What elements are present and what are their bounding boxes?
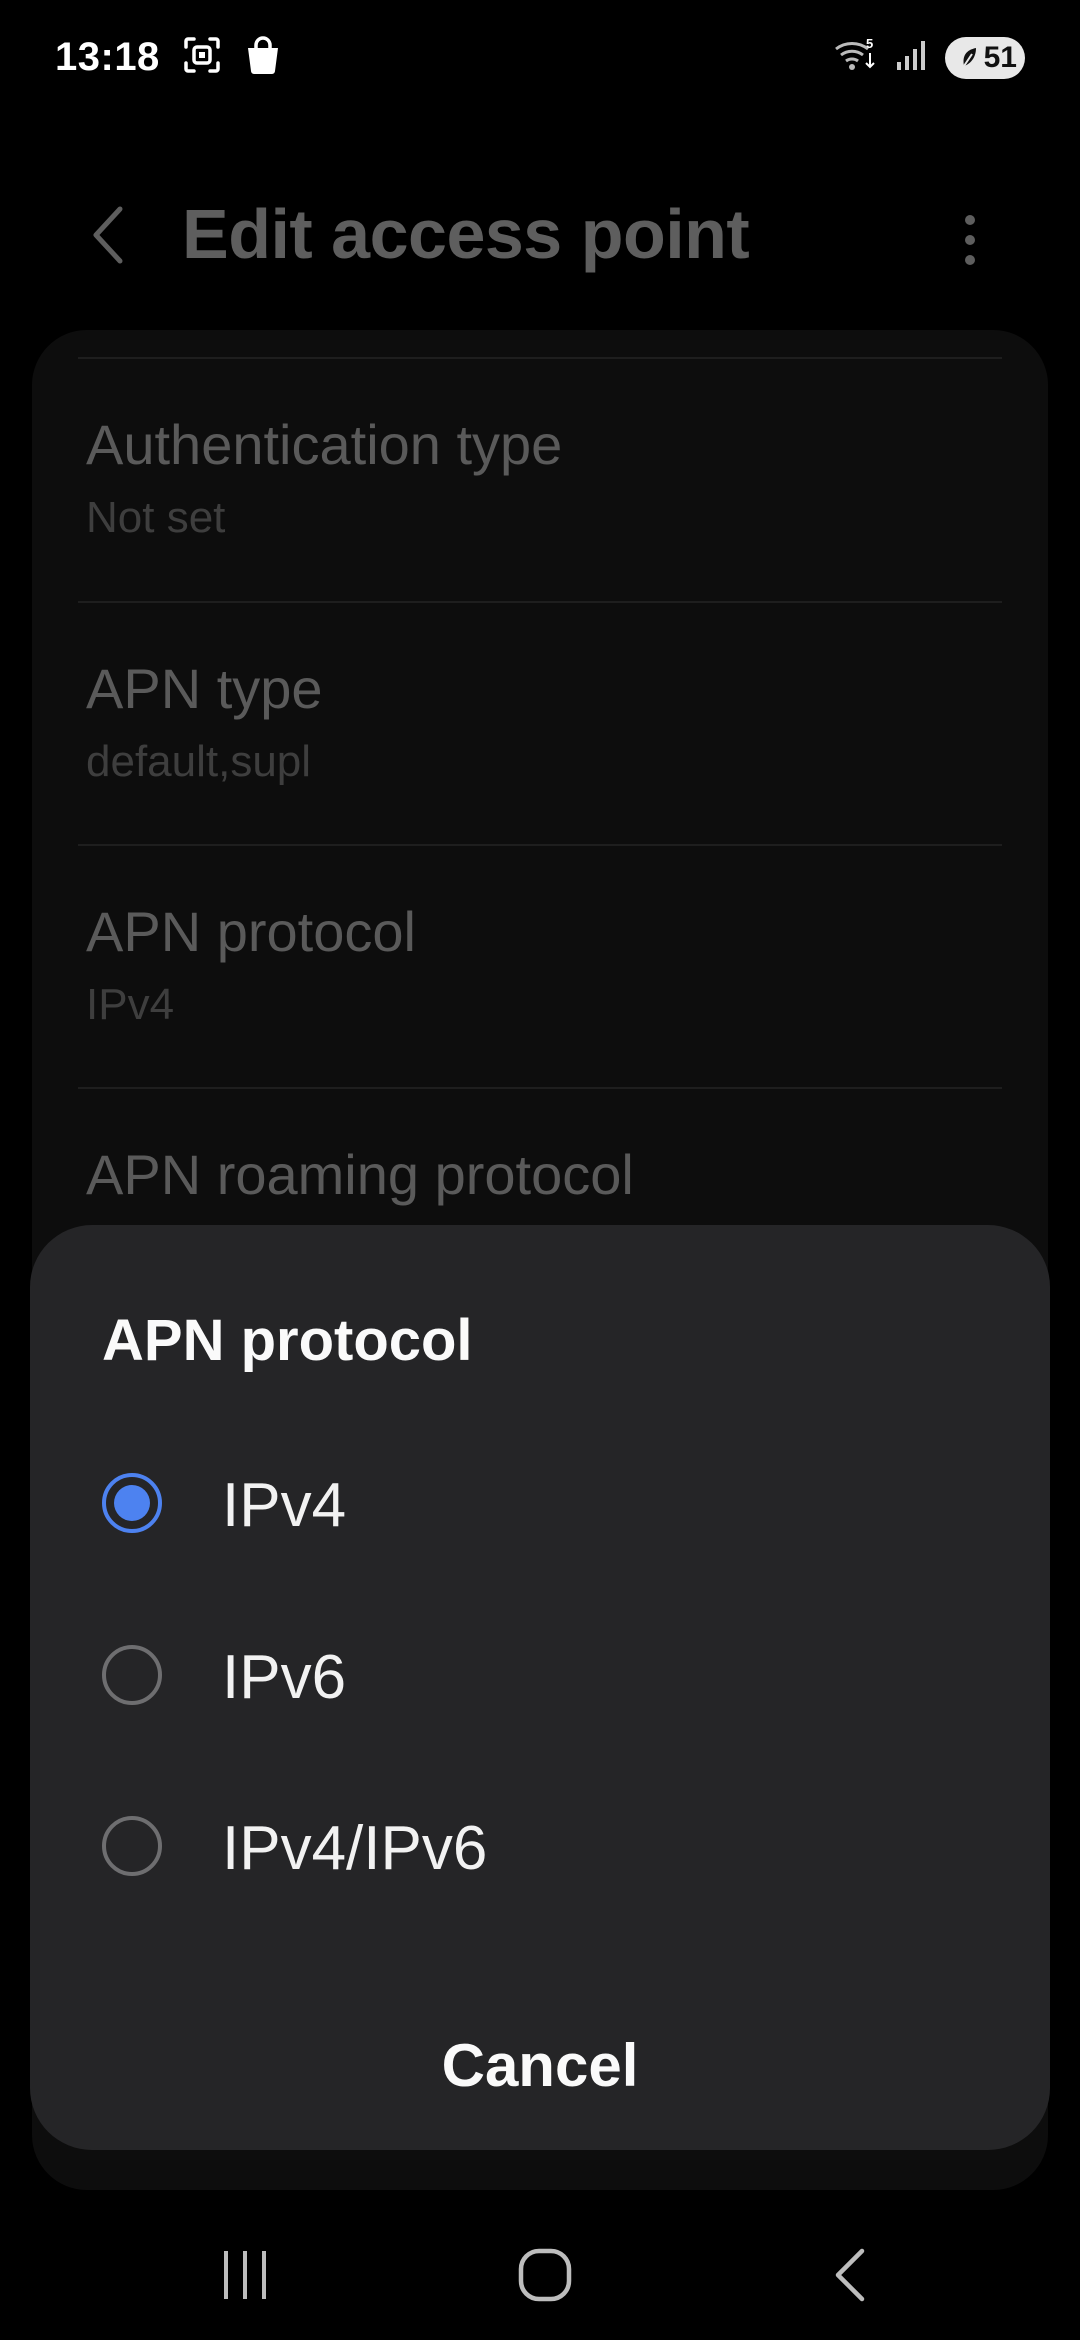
status-bar: 13:18 5 51 xyxy=(0,0,1080,115)
divider xyxy=(78,601,1002,603)
svg-text:5: 5 xyxy=(866,37,873,51)
setting-value: Not set xyxy=(86,493,226,542)
divider xyxy=(78,357,1002,359)
back-button[interactable] xyxy=(78,200,138,270)
option-label: IPv6 xyxy=(222,1643,347,1712)
status-time: 13:18 xyxy=(55,35,160,79)
setting-title: APN roaming protocol xyxy=(86,1143,634,1206)
recents-icon xyxy=(224,2251,266,2299)
setting-title: APN type xyxy=(86,657,323,720)
setting-title: Authentication type xyxy=(86,413,563,476)
more-vert-icon xyxy=(965,215,975,265)
radio-button[interactable] xyxy=(102,1645,162,1705)
home-button[interactable] xyxy=(505,2240,585,2310)
home-icon xyxy=(518,2248,572,2302)
shopping-bag-icon xyxy=(244,35,282,80)
status-right: 5 51 xyxy=(833,36,1025,79)
more-options-button[interactable] xyxy=(945,205,995,275)
setting-value: default,supl xyxy=(86,737,312,786)
option-label: IPv4 xyxy=(222,1471,347,1540)
app-bar: Edit access point xyxy=(0,170,1080,300)
wifi-5-icon: 5 xyxy=(833,36,879,78)
chevron-left-icon xyxy=(93,206,123,264)
battery-level: 51 xyxy=(983,40,1017,74)
apn-protocol-dialog: APN protocol IPv4 IPv6 IPv4/IPv6 Cancel xyxy=(30,1225,1050,2150)
status-left: 13:18 xyxy=(55,35,282,80)
dialog-title: APN protocol xyxy=(102,1308,473,1373)
radio-button-selected[interactable] xyxy=(102,1473,162,1533)
battery-indicator: 51 xyxy=(945,36,1025,79)
option-ipv4-ipv6[interactable]: IPv4/IPv6 xyxy=(30,1773,1050,1923)
navigation-bar xyxy=(0,2200,1080,2340)
page-title: Edit access point xyxy=(182,195,750,273)
divider xyxy=(78,1087,1002,1089)
divider xyxy=(78,844,1002,846)
screenshot-icon xyxy=(182,35,222,80)
setting-apn-type[interactable]: APN type default,supl xyxy=(50,604,970,847)
signal-icon xyxy=(895,38,929,77)
radio-button[interactable] xyxy=(102,1816,162,1876)
option-ipv4[interactable]: IPv4 xyxy=(30,1430,1050,1580)
recents-button[interactable] xyxy=(210,2240,280,2310)
setting-title: APN protocol xyxy=(86,900,416,963)
option-ipv6[interactable]: IPv6 xyxy=(30,1602,1050,1752)
setting-value: IPv4 xyxy=(86,980,175,1029)
option-label: IPv4/IPv6 xyxy=(222,1814,488,1883)
cancel-button[interactable]: Cancel xyxy=(330,2010,750,2120)
nav-back-button[interactable] xyxy=(820,2240,880,2310)
back-icon xyxy=(835,2248,865,2302)
setting-authentication-type[interactable]: Authentication type Not set xyxy=(50,360,970,603)
setting-apn-protocol[interactable]: APN protocol IPv4 xyxy=(50,847,970,1090)
charging-leaf-icon xyxy=(962,47,976,67)
